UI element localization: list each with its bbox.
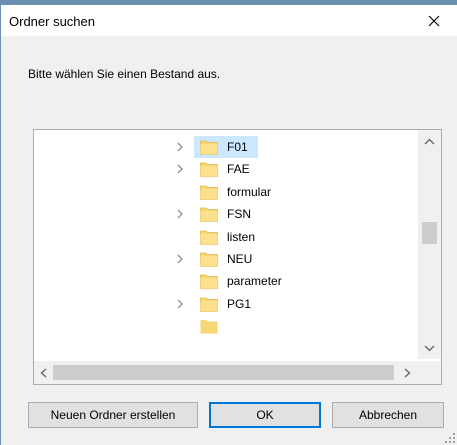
chevron-right-icon[interactable] <box>175 141 185 153</box>
folder-icon <box>200 297 218 312</box>
title-bar[interactable]: Ordner suchen <box>1 5 457 36</box>
close-button[interactable] <box>411 5 457 36</box>
horizontal-scroll-thumb[interactable] <box>53 365 394 380</box>
folder-icon <box>200 274 218 290</box>
new-folder-button[interactable]: Neuen Ordner erstellen <box>28 402 198 428</box>
folder-tree[interactable]: F01 FAE formular FSN listen NEU parameter PG1 <box>33 129 442 385</box>
vertical-scrollbar[interactable] <box>418 130 441 359</box>
folder-icon <box>200 162 218 178</box>
tree-item-label: FAE <box>227 162 250 177</box>
folder-browse-dialog: Ordner suchen Bitte wählen Sie einen Bes… <box>0 5 457 445</box>
tree-item-label: formular <box>227 184 272 199</box>
close-icon <box>428 15 440 26</box>
scrollbar-corner <box>418 361 441 384</box>
tree-item-partial[interactable] <box>34 315 416 337</box>
tree-item[interactable]: formular <box>34 181 416 203</box>
tree-item[interactable]: FAE <box>34 158 416 180</box>
folder-tree-items: F01 FAE formular FSN listen NEU parameter PG1 <box>34 130 416 359</box>
scroll-right-icon[interactable] <box>404 368 411 378</box>
scroll-up-icon[interactable] <box>424 138 435 146</box>
tree-item-label: FSN <box>227 207 251 222</box>
tree-item-label: PG1 <box>227 296 252 311</box>
folder-icon <box>200 185 218 200</box>
folder-icon <box>200 252 218 267</box>
chevron-right-icon[interactable] <box>175 163 185 175</box>
instruction-text: Bitte wählen Sie einen Bestand aus. <box>28 67 221 81</box>
tree-item[interactable]: NEU <box>34 248 416 270</box>
tree-item-label: listen <box>227 229 256 244</box>
horizontal-scrollbar[interactable] <box>34 361 418 384</box>
folder-icon <box>200 207 218 223</box>
cancel-button[interactable]: Abbrechen <box>332 402 444 428</box>
tree-item-label: parameter <box>227 274 282 289</box>
tree-item[interactable]: listen <box>34 226 416 248</box>
chevron-right-icon[interactable] <box>175 298 185 310</box>
resize-grip-icon[interactable] <box>445 433 455 443</box>
dialog-title: Ordner suchen <box>9 14 95 29</box>
tree-item[interactable]: PG1 <box>34 293 416 315</box>
scroll-left-icon[interactable] <box>40 368 47 378</box>
chevron-right-icon[interactable] <box>175 208 185 220</box>
tree-item-label: NEU <box>227 252 253 266</box>
tree-item[interactable]: F01 <box>34 136 416 158</box>
folder-icon <box>200 230 218 245</box>
chevron-right-icon[interactable] <box>175 253 185 265</box>
tree-item[interactable]: parameter <box>34 270 416 292</box>
ok-button[interactable]: OK <box>209 402 321 428</box>
folder-icon <box>200 140 218 155</box>
scroll-down-icon[interactable] <box>424 344 435 352</box>
vertical-scroll-thumb[interactable] <box>422 222 437 244</box>
tree-item[interactable]: FSN <box>34 203 416 225</box>
tree-item-label: F01 <box>227 140 248 154</box>
folder-icon <box>200 320 218 334</box>
